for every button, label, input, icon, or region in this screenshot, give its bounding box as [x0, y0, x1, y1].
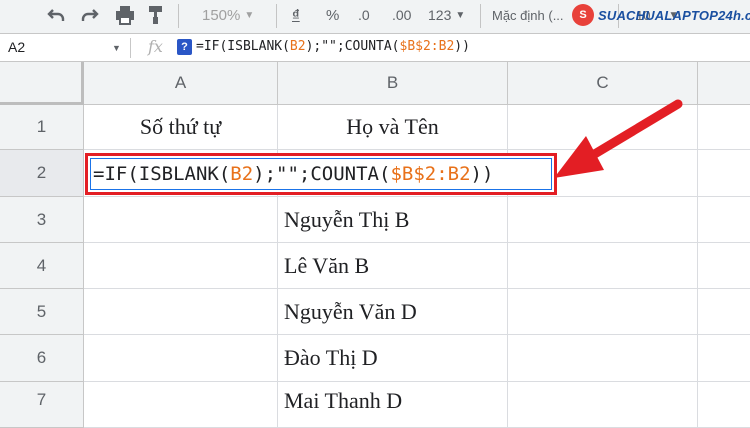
formula-ref: $B$2:B2	[390, 163, 471, 185]
cell-d5[interactable]	[698, 289, 750, 335]
row-header[interactable]: 7	[0, 382, 84, 428]
formula-bar: A2 ▼ fx ? =IF(ISBLANK(B2);"";COUNTA($B$2…	[0, 34, 750, 62]
cell-a3[interactable]	[84, 197, 278, 243]
toolbar-divider	[480, 4, 481, 28]
row-header[interactable]: 4	[0, 243, 84, 289]
formula-ref: B2	[230, 163, 254, 185]
cell-a5[interactable]	[84, 289, 278, 335]
cell-a4[interactable]	[84, 243, 278, 289]
chevron-down-icon: ▼	[244, 9, 255, 21]
cell-a7[interactable]	[84, 382, 278, 428]
cell-b5[interactable]: Nguyễn Văn D	[278, 289, 508, 335]
logo-text: SUACHUALAPTOP24h.com	[598, 7, 750, 23]
cell-c3[interactable]	[508, 197, 698, 243]
cell-a1[interactable]: Số thứ tự	[84, 105, 278, 150]
toolbar-divider	[178, 4, 179, 28]
cell-b6[interactable]: Đào Thị D	[278, 335, 508, 382]
cell-b4[interactable]: Lê Văn B	[278, 243, 508, 289]
column-header-d[interactable]	[698, 62, 750, 105]
cell-b3[interactable]: Nguyễn Thị B	[278, 197, 508, 243]
more-formats-button[interactable]: 123 ▼	[428, 0, 465, 30]
cell-b7[interactable]: Mai Thanh D	[278, 382, 508, 428]
select-all-corner[interactable]	[0, 62, 84, 105]
toolbar-divider	[276, 4, 277, 28]
cell-c5[interactable]	[508, 289, 698, 335]
row-header[interactable]: 3	[0, 197, 84, 243]
highlighted-formula-cell[interactable]: =IF(ISBLANK(B2);"";COUNTA($B$2:B2))	[85, 153, 557, 195]
red-arrow-icon	[554, 99, 683, 178]
cell-a6[interactable]	[84, 335, 278, 382]
row-header[interactable]: 5	[0, 289, 84, 335]
formula-part: ))	[454, 39, 470, 54]
print-icon[interactable]	[114, 0, 136, 30]
column-header-a[interactable]: A	[84, 62, 278, 105]
font-family-value: Mặc định (...	[492, 7, 564, 23]
font-family-select[interactable]: Mặc định (...	[492, 0, 564, 30]
row-header[interactable]: 6	[0, 335, 84, 382]
chevron-down-icon[interactable]: ▼	[112, 43, 121, 53]
formula-bar-divider	[130, 38, 131, 58]
cell-c4[interactable]	[508, 243, 698, 289]
cell-d4[interactable]	[698, 243, 750, 289]
cell-d2[interactable]	[698, 150, 750, 197]
logo-badge: S	[572, 4, 594, 26]
cell-c7[interactable]	[508, 382, 698, 428]
fx-icon: fx	[148, 37, 163, 56]
row-header[interactable]: 2	[0, 150, 84, 197]
cell-d1[interactable]	[698, 105, 750, 150]
cell-b1[interactable]: Họ và Tên	[278, 105, 508, 150]
formula-part: );"";COUNTA(	[253, 163, 391, 185]
formula-part: =IF(ISBLANK(	[196, 39, 290, 54]
zoom-select[interactable]: 150% ▼	[202, 0, 254, 30]
chevron-down-icon: ▼	[455, 9, 466, 21]
decrease-decimals-button[interactable]: .0	[358, 0, 370, 30]
currency-format-button[interactable]: ₫	[292, 0, 300, 30]
formula-help-icon[interactable]: ?	[177, 39, 192, 55]
cell-d3[interactable]	[698, 197, 750, 243]
name-box[interactable]: A2	[8, 39, 25, 55]
cell-c6[interactable]	[508, 335, 698, 382]
formula-part: =IF(ISBLANK(	[93, 163, 231, 185]
cell-d6[interactable]	[698, 335, 750, 382]
formula-input[interactable]: =IF(ISBLANK(B2);"";COUNTA($B$2:B2))	[196, 39, 470, 54]
percent-format-button[interactable]: %	[326, 0, 339, 30]
row-header[interactable]: 1	[0, 105, 84, 150]
undo-icon[interactable]	[46, 0, 66, 30]
zoom-value: 150%	[202, 6, 241, 24]
site-logo: S SUACHUALAPTOP24h.com	[572, 4, 750, 26]
cell-d7[interactable]	[698, 382, 750, 428]
formula-part: );"";COUNTA(	[305, 39, 400, 54]
increase-decimals-button[interactable]: .00	[392, 0, 411, 30]
more-formats-label: 123	[428, 7, 452, 23]
formula-ref: B2	[289, 39, 306, 54]
formula-part: ))	[470, 163, 494, 185]
column-header-b[interactable]: B	[278, 62, 508, 105]
paint-format-icon[interactable]	[148, 0, 164, 30]
cell-formula-editor[interactable]: =IF(ISBLANK(B2);"";COUNTA($B$2:B2))	[90, 158, 552, 190]
redo-icon[interactable]	[80, 0, 100, 30]
formula-ref: $B$2:B2	[399, 39, 455, 54]
